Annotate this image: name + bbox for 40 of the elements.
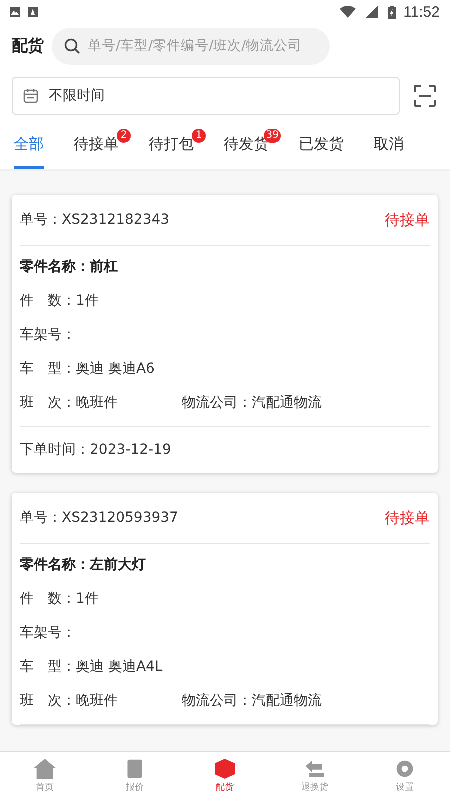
notification-icon: [28, 7, 38, 17]
settings-icon: [394, 758, 416, 778]
picture-icon: [10, 7, 20, 17]
scan-icon[interactable]: [414, 85, 436, 107]
shift: 班 次：晚班件: [20, 692, 119, 710]
tab[interactable]: 取消: [374, 129, 404, 169]
car-model: 车 型：奥迪 奥迪A6: [20, 360, 155, 378]
order-status: 待接单: [385, 210, 430, 230]
page-title: 配货: [12, 36, 44, 56]
quantity: 件 数：1件: [20, 292, 99, 310]
tab[interactable]: 已发货: [299, 129, 344, 169]
order-card[interactable]: 单号：XS2312182343 待接单 零件名称：前杠 件 数：1件 车架号： 车 型：奥迪 奥迪A6 班 次：晚班件 物流公司：汽配通物流 下单时间：2023-12-19: [12, 195, 438, 473]
order-status: 待接单: [385, 508, 430, 528]
return-icon: [304, 758, 326, 778]
calendar-icon: [23, 88, 39, 104]
battery-icon: [388, 6, 396, 18]
clock: 11:52: [404, 4, 440, 20]
logistics-company: 物流公司：汽配通物流: [182, 394, 322, 412]
order-number: 单号：XS23120593937: [20, 509, 178, 527]
count-badge: 1: [192, 129, 206, 143]
date-value: 不限时间: [49, 87, 105, 105]
quantity: 件 数：1件: [20, 590, 99, 608]
wifi-icon: [340, 6, 356, 18]
order-card[interactable]: 单号：XS23120593937 待接单 零件名称：左前大灯 件 数：1件 车架号： 车 型：奥迪 奥迪A4L 班 次：晚班件 物流公司：汽配通物流: [12, 493, 438, 725]
search-field[interactable]: 单号/车型/零件编号/班次/物流公司: [52, 28, 330, 64]
search-icon: [64, 38, 81, 54]
date-field[interactable]: 不限时间: [12, 77, 400, 115]
car-model: 车 型：奥迪 奥迪A4L: [20, 658, 163, 676]
home-icon: [34, 758, 56, 778]
logistics-company: 物流公司：汽配通物流: [182, 692, 322, 710]
order-number: 单号：XS2312182343: [20, 211, 170, 229]
vin: 车架号：: [20, 326, 76, 344]
vin: 车架号：: [20, 624, 76, 642]
part-name: 零件名称：前杠: [20, 258, 118, 276]
part-name: 零件名称：左前大灯: [20, 556, 146, 574]
count-badge: 2: [117, 129, 131, 143]
signal-icon: [364, 6, 380, 18]
shift: 班 次：晚班件: [20, 394, 119, 412]
nav-item[interactable]: 配货: [180, 752, 270, 800]
order-time: 下单时间：2023-12-19: [20, 441, 172, 459]
